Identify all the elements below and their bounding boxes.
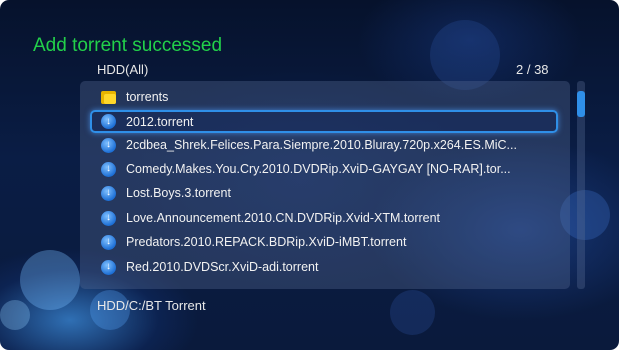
bokeh-decoration — [20, 250, 80, 310]
torrent-icon: ↓ — [101, 234, 116, 250]
list-item-label: Comedy.Makes.You.Cry.2010.DVDRip.XviD-GA… — [126, 162, 511, 176]
list-item-label: Red.2010.DVDScr.XviD-adi.torrent — [126, 260, 319, 274]
list-item-label: Predators.2010.REPACK.BDRip.XviD-iMBT.to… — [126, 235, 407, 249]
list-item[interactable]: ↓ Love.Announcement.2010.CN.DVDRip.Xvid-… — [90, 207, 558, 229]
list-item-label: Lost.Boys.3.torrent — [126, 186, 231, 200]
list-item[interactable]: ↓ Comedy.Makes.You.Cry.2010.DVDRip.XviD-… — [90, 158, 558, 180]
source-label: HDD(All) — [97, 62, 149, 77]
torrent-icon: ↓ — [101, 185, 116, 201]
list-item-selected[interactable]: ↓ 2012.torrent — [90, 110, 558, 133]
bokeh-decoration — [0, 300, 30, 330]
list-item[interactable]: ↓ Predators.2010.REPACK.BDRip.XviD-iMBT.… — [90, 231, 558, 253]
torrent-icon: ↓ — [101, 161, 116, 177]
list-item-label: Love.Announcement.2010.CN.DVDRip.Xvid-XT… — [126, 211, 441, 225]
list-item[interactable]: ↓ Red.2010.DVDScr.XviD-adi.torrent — [90, 256, 558, 278]
item-counter: 2 / 38 — [516, 62, 549, 77]
list-item-label: torrents — [126, 90, 169, 104]
bokeh-decoration — [390, 290, 435, 335]
list-item-label: 2cdbea_Shrek.Felices.Para.Siempre.2010.B… — [126, 138, 517, 152]
list-item-folder[interactable]: torrents — [90, 86, 558, 108]
current-path: HDD/C:/BT Torrent — [97, 298, 206, 313]
tv-screen: Add torrent successed HDD(All) 2 / 38 to… — [0, 0, 619, 350]
torrent-icon: ↓ — [101, 137, 116, 153]
folder-icon — [101, 90, 116, 104]
list-item[interactable]: ↓ Lost.Boys.3.torrent — [90, 182, 558, 204]
bokeh-decoration — [430, 20, 500, 90]
list-item[interactable]: ↓ 2cdbea_Shrek.Felices.Para.Siempre.2010… — [90, 134, 558, 156]
list-item-label: 2012.torrent — [126, 114, 194, 129]
torrent-icon: ↓ — [101, 114, 116, 129]
scrollbar[interactable] — [577, 81, 585, 289]
page-title: Add torrent successed — [33, 35, 223, 56]
torrent-icon: ↓ — [101, 259, 116, 275]
scrollbar-thumb[interactable] — [577, 91, 585, 117]
torrent-icon: ↓ — [101, 210, 116, 226]
